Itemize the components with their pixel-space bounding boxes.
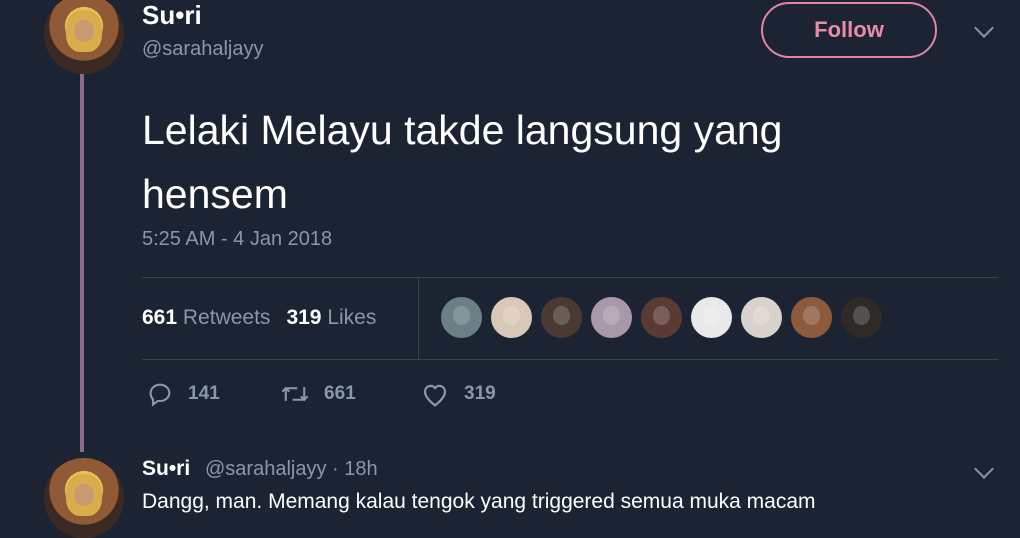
chevron-down-icon[interactable] xyxy=(974,18,994,38)
chevron-down-icon[interactable] xyxy=(974,459,994,479)
likes-label: Likes xyxy=(327,306,377,329)
reply-count: 141 xyxy=(188,383,220,404)
liker-avatar[interactable] xyxy=(841,297,882,338)
retweet-icon xyxy=(281,386,309,402)
reply-icon xyxy=(149,383,171,407)
tweet-stats: 661 Retweets 319 Likes xyxy=(142,306,376,330)
heart-icon xyxy=(423,384,447,407)
stats-divider xyxy=(418,277,419,359)
tweet-timestamp[interactable]: 5:25 AM - 4 Jan 2018 xyxy=(142,228,332,251)
liker-avatar[interactable] xyxy=(491,297,532,338)
reply-text: Dangg, man. Memang kalau tengok yang tri… xyxy=(142,490,816,513)
divider xyxy=(142,277,998,278)
likes-stat[interactable]: 319 Likes xyxy=(286,306,376,329)
reply-meta[interactable]: @sarahaljayy · 18h xyxy=(205,458,378,481)
liker-avatar[interactable] xyxy=(591,297,632,338)
liker-avatars xyxy=(441,297,882,338)
author-display-name[interactable]: Su•ri xyxy=(142,0,202,31)
thread-connector-line xyxy=(80,74,84,452)
retweets-stat[interactable]: 661 Retweets xyxy=(142,306,270,329)
tweet-text: Lelaki Melayu takde langsung yang hensem xyxy=(142,107,783,217)
liker-avatar[interactable] xyxy=(791,297,832,338)
reply-author-avatar[interactable] xyxy=(44,458,124,538)
reply-action[interactable]: 141 xyxy=(146,380,220,408)
author-avatar[interactable] xyxy=(44,0,124,74)
likes-count: 319 xyxy=(286,306,322,329)
divider xyxy=(142,359,998,360)
reply-display-name[interactable]: Su•ri xyxy=(142,457,190,481)
author-handle[interactable]: @sarahaljayy xyxy=(142,38,263,61)
retweets-label: Retweets xyxy=(182,306,271,329)
follow-button[interactable]: Follow xyxy=(761,2,937,58)
retweet-count: 661 xyxy=(324,383,356,404)
like-action[interactable]: 319 xyxy=(420,380,496,408)
liker-avatar[interactable] xyxy=(541,297,582,338)
retweet-action[interactable]: 661 xyxy=(280,380,356,408)
liker-avatar[interactable] xyxy=(691,297,732,338)
retweets-count: 661 xyxy=(142,306,178,329)
like-count: 319 xyxy=(464,383,496,404)
liker-avatar[interactable] xyxy=(441,297,482,338)
liker-avatar[interactable] xyxy=(741,297,782,338)
liker-avatar[interactable] xyxy=(641,297,682,338)
